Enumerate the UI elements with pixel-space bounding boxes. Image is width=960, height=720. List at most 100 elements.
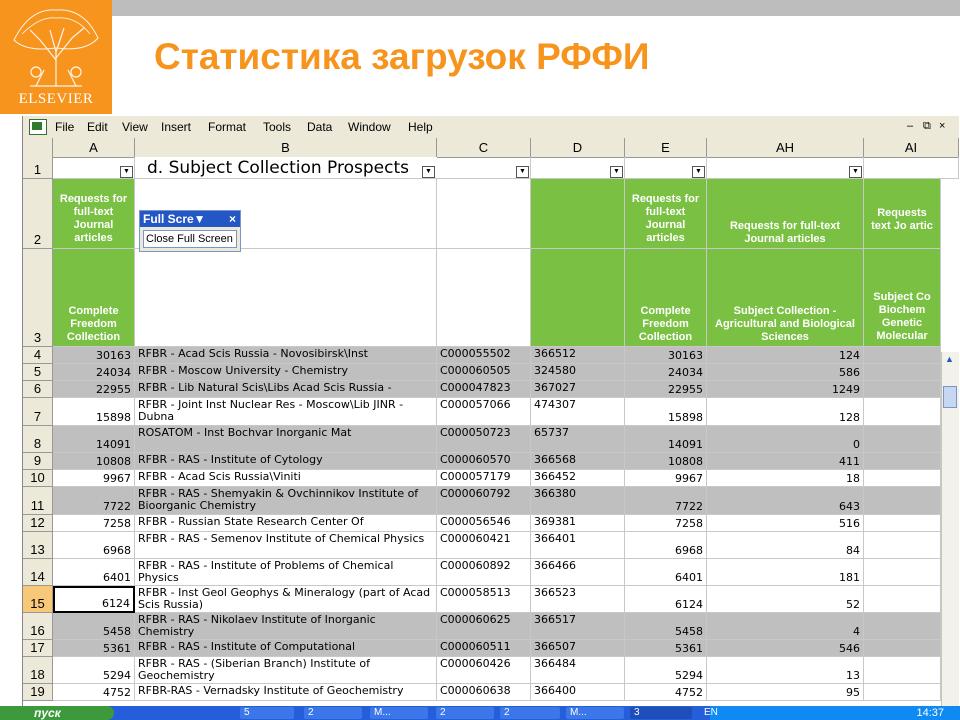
row-header-10[interactable]: 10	[23, 470, 53, 487]
full-screen-toolbar[interactable]: Full Scre▼ × Close Full Screen	[139, 210, 241, 252]
cell-b-row-19[interactable]: RFBR-RAS - Vernadsky Institute of Geoche…	[135, 684, 437, 701]
cell-ai-row-16[interactable]	[864, 613, 941, 640]
row-header-1[interactable]: 1	[23, 157, 53, 179]
cell-ai-row-17[interactable]	[864, 640, 941, 657]
cell-ah-row-6[interactable]: 1249	[707, 381, 864, 398]
cell-e-row-5[interactable]: 24034	[625, 364, 707, 381]
taskbar-group-2[interactable]: 2	[436, 707, 494, 719]
filter-dropdown-ah[interactable]: ▼	[849, 166, 862, 178]
row-header-2[interactable]: 2	[23, 179, 53, 249]
cell-ai1[interactable]	[864, 157, 959, 179]
menu-data[interactable]: Data	[307, 120, 332, 134]
cell-d-row-8[interactable]: 65737	[531, 426, 625, 453]
cell-e-row-15[interactable]: 6124	[625, 586, 707, 613]
cell-a-row-5[interactable]: 24034	[53, 364, 135, 381]
cell-a-row-4[interactable]: 30163	[53, 347, 135, 364]
filter-dropdown-c[interactable]: ▼	[516, 166, 529, 178]
col-header-a[interactable]: A	[53, 138, 135, 157]
cell-e-row-12[interactable]: 7258	[625, 515, 707, 532]
full-screen-toolbar-title[interactable]: Full Scre▼ ×	[140, 211, 240, 227]
cell-ai-row-12[interactable]	[864, 515, 941, 532]
menu-edit[interactable]: Edit	[87, 120, 108, 134]
cell-c-row-14[interactable]: C000060892	[437, 559, 531, 586]
cell-ai-row-4[interactable]	[864, 347, 941, 364]
cell-a-row-15[interactable]: 6124	[53, 586, 135, 613]
cell-c3[interactable]	[437, 249, 531, 347]
col-header-ai[interactable]: AI	[864, 138, 959, 157]
cell-d-row-12[interactable]: 369381	[531, 515, 625, 532]
excel-doc-icon[interactable]	[29, 119, 47, 135]
menu-help[interactable]: Help	[408, 120, 433, 134]
cell-b-row-13[interactable]: RFBR - RAS - Semenov Institute of Chemic…	[135, 532, 437, 559]
cell-d-row-7[interactable]: 474307	[531, 398, 625, 426]
cell-ai-row-18[interactable]	[864, 657, 941, 684]
cell-b-row-8[interactable]: ROSATOM - Inst Bochvar Inorganic Mat	[135, 426, 437, 453]
scroll-thumb[interactable]	[943, 386, 957, 408]
cell-ah-row-4[interactable]: 124	[707, 347, 864, 364]
cell-ah-row-18[interactable]: 13	[707, 657, 864, 684]
col-header-b[interactable]: B	[135, 138, 437, 157]
cell-ah-row-14[interactable]: 181	[707, 559, 864, 586]
cell-ai-row-14[interactable]	[864, 559, 941, 586]
cell-e-row-16[interactable]: 5458	[625, 613, 707, 640]
row-header-19[interactable]: 19	[23, 684, 53, 701]
row-header-11[interactable]: 11	[23, 487, 53, 515]
cell-ai-row-7[interactable]	[864, 398, 941, 426]
row-header-9[interactable]: 9	[23, 453, 53, 470]
cell-ah-row-10[interactable]: 18	[707, 470, 864, 487]
cell-b-row-4[interactable]: RFBR - Acad Scis Russia - Novosibirsk\In…	[135, 347, 437, 364]
cell-ah-row-17[interactable]: 546	[707, 640, 864, 657]
cell-ai-row-10[interactable]	[864, 470, 941, 487]
cell-a-row-11[interactable]: 7722	[53, 487, 135, 515]
menu-format[interactable]: Format	[208, 120, 246, 134]
cell-a-row-16[interactable]: 5458	[53, 613, 135, 640]
cell-b-row-16[interactable]: RFBR - RAS - Nikolaev Institute of Inorg…	[135, 613, 437, 640]
cell-c-row-5[interactable]: C000060505	[437, 364, 531, 381]
cell-e-row-7[interactable]: 15898	[625, 398, 707, 426]
cell-e-row-18[interactable]: 5294	[625, 657, 707, 684]
row-header-8[interactable]: 8	[23, 426, 53, 453]
taskbar-item-mail[interactable]: M...	[566, 707, 624, 719]
col-header-c[interactable]: C	[437, 138, 531, 157]
cell-b-row-7[interactable]: RFBR - Joint Inst Nuclear Res - Moscow\L…	[135, 398, 437, 426]
cell-a-row-6[interactable]: 22955	[53, 381, 135, 398]
vertical-scrollbar[interactable]: ▲	[941, 352, 959, 706]
cell-e-row-17[interactable]: 5361	[625, 640, 707, 657]
cell-ah-row-8[interactable]: 0	[707, 426, 864, 453]
menu-view[interactable]: View	[122, 120, 148, 134]
cell-ah-row-13[interactable]: 84	[707, 532, 864, 559]
cell-d-row-19[interactable]: 366400	[531, 684, 625, 701]
cell-a-row-19[interactable]: 4752	[53, 684, 135, 701]
cell-d-row-17[interactable]: 366507	[531, 640, 625, 657]
cell-d-row-10[interactable]: 366452	[531, 470, 625, 487]
cell-b-row-17[interactable]: RFBR - RAS - Institute of Computational	[135, 640, 437, 657]
cell-d-row-16[interactable]: 366517	[531, 613, 625, 640]
row-header-7[interactable]: 7	[23, 398, 53, 426]
col-header-d[interactable]: D	[531, 138, 625, 157]
row-header-12[interactable]: 12	[23, 515, 53, 532]
cell-c-row-15[interactable]: C000058513	[437, 586, 531, 613]
taskbar-item-word[interactable]: M...	[370, 707, 428, 719]
cell-c-row-11[interactable]: C000060792	[437, 487, 531, 515]
filter-dropdown-b[interactable]: ▼	[422, 166, 435, 178]
cell-ai-row-13[interactable]	[864, 532, 941, 559]
cell-b-row-11[interactable]: RFBR - RAS - Shemyakin & Ovchinnikov Ins…	[135, 487, 437, 515]
row-header-15[interactable]: 15	[23, 586, 53, 613]
cell-c-row-16[interactable]: C000060625	[437, 613, 531, 640]
minimize-button[interactable]: –	[907, 120, 913, 132]
cell-ah1[interactable]	[707, 157, 864, 179]
restore-button[interactable]: ⧉	[923, 120, 931, 133]
cell-b3[interactable]	[135, 249, 437, 347]
cell-ah-row-19[interactable]: 95	[707, 684, 864, 701]
cell-a-row-14[interactable]: 6401	[53, 559, 135, 586]
cell-ah-row-15[interactable]: 52	[707, 586, 864, 613]
cell-c-row-7[interactable]: C000057066	[437, 398, 531, 426]
row-header-3[interactable]: 3	[23, 249, 53, 347]
row-header-14[interactable]: 14	[23, 559, 53, 586]
row-header-18[interactable]: 18	[23, 657, 53, 684]
cell-e-row-9[interactable]: 10808	[625, 453, 707, 470]
close-full-screen-button[interactable]: Close Full Screen	[143, 230, 237, 248]
cell-b-row-18[interactable]: RFBR - RAS - (Siberian Branch) Institute…	[135, 657, 437, 684]
cell-e-row-4[interactable]: 30163	[625, 347, 707, 364]
cell-d-row-5[interactable]: 324580	[531, 364, 625, 381]
